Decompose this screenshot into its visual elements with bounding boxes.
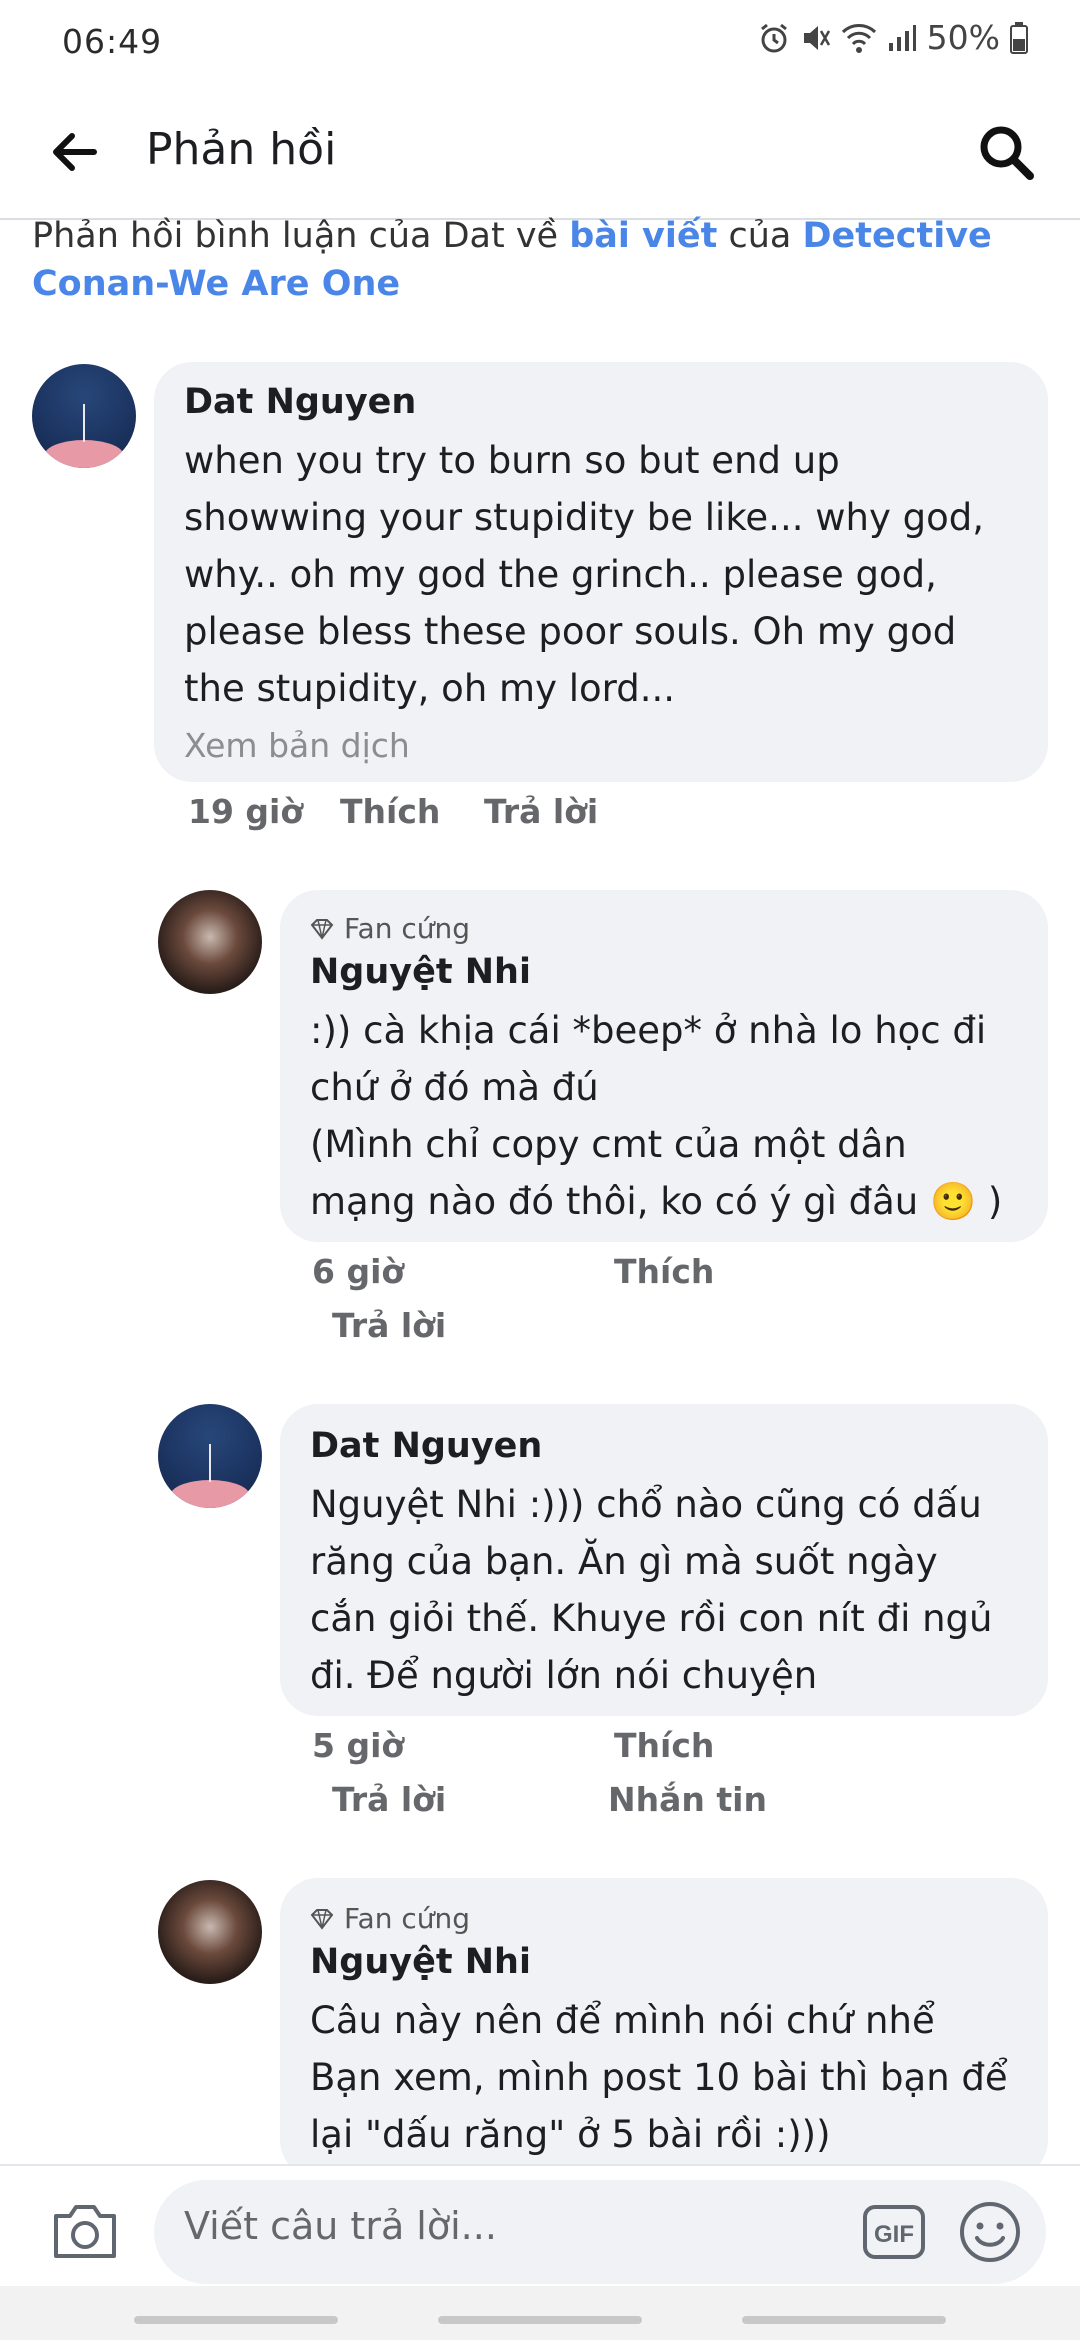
context-text: của: [717, 216, 803, 256]
diamond-icon: [310, 1908, 334, 1930]
nav-home-button[interactable]: [438, 2316, 642, 2324]
wifi-icon: [841, 22, 877, 54]
comment-text: Câu này nên để mình nói chứ nhể Bạn xem,…: [310, 1999, 1008, 2156]
fan-badge: Fan cứng: [310, 1902, 470, 1935]
fan-badge: Fan cứng: [310, 912, 470, 945]
mute-icon: [801, 21, 831, 55]
back-button[interactable]: [44, 122, 104, 182]
comment-author[interactable]: Nguyệt Nhi: [310, 1942, 531, 1982]
nav-recents-button[interactable]: [134, 2316, 338, 2324]
battery-icon: [1010, 21, 1028, 54]
search-icon: [980, 126, 1034, 180]
comment-time: 5 giờ: [312, 1726, 405, 1765]
context-text: Phản hồi bình luận của Dat về: [32, 216, 570, 256]
reply-button[interactable]: Trả lời: [332, 1780, 446, 1819]
composer-divider: [0, 2164, 1080, 2166]
comment-author[interactable]: Dat Nguyen: [310, 1426, 542, 1466]
like-button[interactable]: Thích: [614, 1252, 714, 1291]
post-link[interactable]: bài viết: [569, 216, 717, 256]
avatar[interactable]: [158, 890, 262, 994]
nav-back-button[interactable]: [742, 2316, 946, 2324]
system-nav-bar: [0, 2286, 1080, 2340]
camera-button[interactable]: [50, 2200, 120, 2262]
svg-text:GIF: GIF: [874, 2221, 914, 2248]
avatar[interactable]: [158, 1880, 262, 1984]
badge-label: Fan cứng: [344, 912, 470, 945]
comment-time: 19 giờ: [188, 792, 304, 831]
badge-label: Fan cứng: [344, 1902, 470, 1935]
avatar[interactable]: [32, 364, 136, 468]
comment-text: when you try to burn so but end up showw…: [184, 439, 984, 710]
back-arrow-icon: [53, 133, 97, 171]
avatar[interactable]: [158, 1404, 262, 1508]
gif-icon: GIF: [863, 2205, 925, 2259]
camera-icon: [54, 2205, 116, 2258]
battery-text: 50%: [926, 18, 1000, 57]
comment-text: :)) cà khịa cái *beep* ở nhà lo học đi c…: [310, 1009, 1003, 1223]
status-time: 06:49: [62, 22, 163, 61]
emoji-icon: [960, 2202, 1020, 2262]
signal-icon: [887, 23, 917, 53]
gif-button[interactable]: GIF: [862, 2204, 926, 2260]
message-button[interactable]: Nhắn tin: [608, 1780, 767, 1819]
reply-button[interactable]: Trả lời: [332, 1306, 446, 1345]
see-translation-link[interactable]: Xem bản dịch: [184, 726, 410, 765]
alarm-icon: [757, 21, 791, 55]
like-button[interactable]: Thích: [340, 792, 440, 831]
comment-author[interactable]: Nguyệt Nhi: [310, 952, 531, 992]
comment-time: 6 giờ: [312, 1252, 405, 1291]
diamond-icon: [310, 918, 334, 940]
emoji-button[interactable]: [958, 2200, 1022, 2264]
like-button[interactable]: Thích: [614, 1726, 714, 1765]
reply-button[interactable]: Trả lời: [484, 792, 598, 831]
reply-placeholder: Viết câu trả lời...: [184, 2204, 497, 2248]
page-title: Phản hồi: [146, 124, 337, 175]
status-icons: 50%: [757, 18, 1028, 57]
reply-context: Phản hồi bình luận của Dat về bài viết c…: [32, 212, 1032, 308]
comment-text: Nguyệt Nhi :))) chổ nào cũng có dấu răng…: [310, 1483, 993, 1697]
search-button[interactable]: [974, 120, 1040, 186]
comment-author[interactable]: Dat Nguyen: [184, 382, 416, 422]
